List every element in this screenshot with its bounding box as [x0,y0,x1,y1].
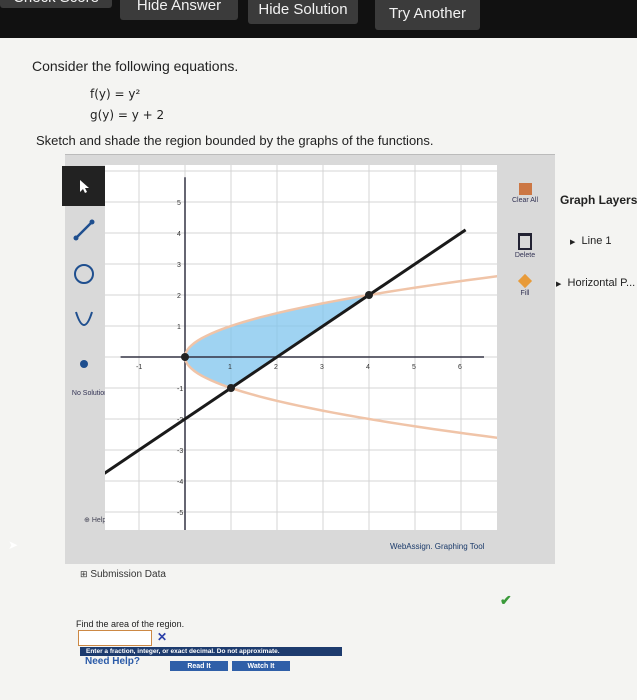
try-another-button[interactable]: Try Another [375,0,480,30]
y-tick-label: 4 [177,231,181,238]
graph-layers-title: Graph Layers [560,193,637,207]
x-tick-label: -1 [136,364,142,371]
axes [120,177,484,530]
point-icon [79,360,88,368]
checkmark-icon: ✔ [500,592,512,608]
top-toolbar: Check Score Hide Answer Hide Solution Tr… [0,0,637,38]
intersection-point [365,291,373,299]
x-tick-label: 1 [228,364,232,371]
need-help-label: Need Help? [85,656,141,667]
question-prompt: Find the area of the region. [76,619,185,629]
check-score-button[interactable]: Check Score [0,0,112,8]
triangle-right-icon: ▶ [570,239,576,246]
point-tool[interactable] [62,344,105,384]
x-tick-label: 6 [458,364,462,371]
layer-label: Horizontal P... [567,277,636,289]
help-icon: ⊕ [84,517,90,524]
pointer-tool[interactable] [62,166,105,206]
line-graph[interactable] [105,228,467,481]
y-tick-label: -5 [177,510,183,517]
mouse-cursor-icon: ➤ [8,538,19,552]
fill-label: Fill [520,290,530,297]
circle-tool[interactable] [62,254,105,294]
help-link[interactable]: ⊕ Help [84,516,106,524]
layer-item[interactable]: ▶ Line 1 [570,235,612,247]
line-tool[interactable] [62,210,105,250]
grid-lines [105,165,497,530]
y-tick-label: -4 [177,479,183,486]
y-tick-label: -2 [177,417,183,424]
circle-icon [73,264,94,284]
x-mark-icon: ✕ [157,630,168,644]
no-solution-button[interactable]: No Solution [70,390,110,397]
y-tick-label: 3 [177,262,181,269]
delete-button[interactable]: Delete [507,233,543,259]
problem-instruction: Sketch and shade the region bounded by t… [36,133,434,148]
line-segment-icon [73,219,94,241]
equation-g: g(y) = y + 2 [90,108,165,122]
problem-intro: Consider the following equations. [32,58,239,74]
expand-box-icon: ⊞ [80,569,88,579]
y-tick-label: -1 [177,386,183,393]
x-tick-label: 2 [274,364,278,371]
y-tick-label: -3 [177,448,183,455]
vertex-point [181,353,189,361]
fill-button[interactable]: Fill [507,273,543,297]
eraser-icon [518,183,532,195]
arrow-cursor-icon [79,180,89,193]
hide-solution-button[interactable]: Hide Solution [248,0,358,24]
layer-label: Line 1 [581,235,612,247]
y-tick-label: 1 [177,324,181,331]
y-tick-label: 2 [177,293,181,300]
submission-data-toggle[interactable]: ⊞ Submission Data [80,569,166,580]
answer-hint: Enter a fraction, integer, or exact deci… [80,647,342,656]
x-tick-label: 4 [366,364,370,371]
triangle-right-icon: ▶ [556,281,562,288]
equation-f: f(y) = y² [90,87,141,101]
graph-canvas[interactable]: -1 1 2 3 4 5 6 5 4 3 2 1 -1 -2 -3 -4 -5 [105,165,497,530]
paint-bucket-icon [517,273,533,289]
webassign-brand: WebAssign. Graphing Tool [390,542,485,551]
delete-label: Delete [514,252,536,259]
answer-input[interactable] [78,630,152,646]
problem-page: Consider the following equations. f(y) =… [0,38,637,700]
parabola-icon [74,311,93,326]
x-tick-label: 3 [320,364,324,371]
read-it-button[interactable]: Read It [170,661,228,671]
trash-icon [518,233,532,250]
watch-it-button[interactable]: Watch It [232,661,290,671]
clear-all-button[interactable]: Clear All [507,183,543,204]
parabola-tool[interactable] [62,300,105,340]
layer-item[interactable]: ▶ Horizontal P... [556,277,635,289]
y-tick-label: 5 [177,200,181,207]
x-tick-label: 5 [412,364,416,371]
clear-all-label: Clear All [511,197,539,204]
submission-label: Submission Data [90,569,166,580]
hide-answer-button[interactable]: Hide Answer [120,0,238,20]
intersection-point [227,384,235,392]
